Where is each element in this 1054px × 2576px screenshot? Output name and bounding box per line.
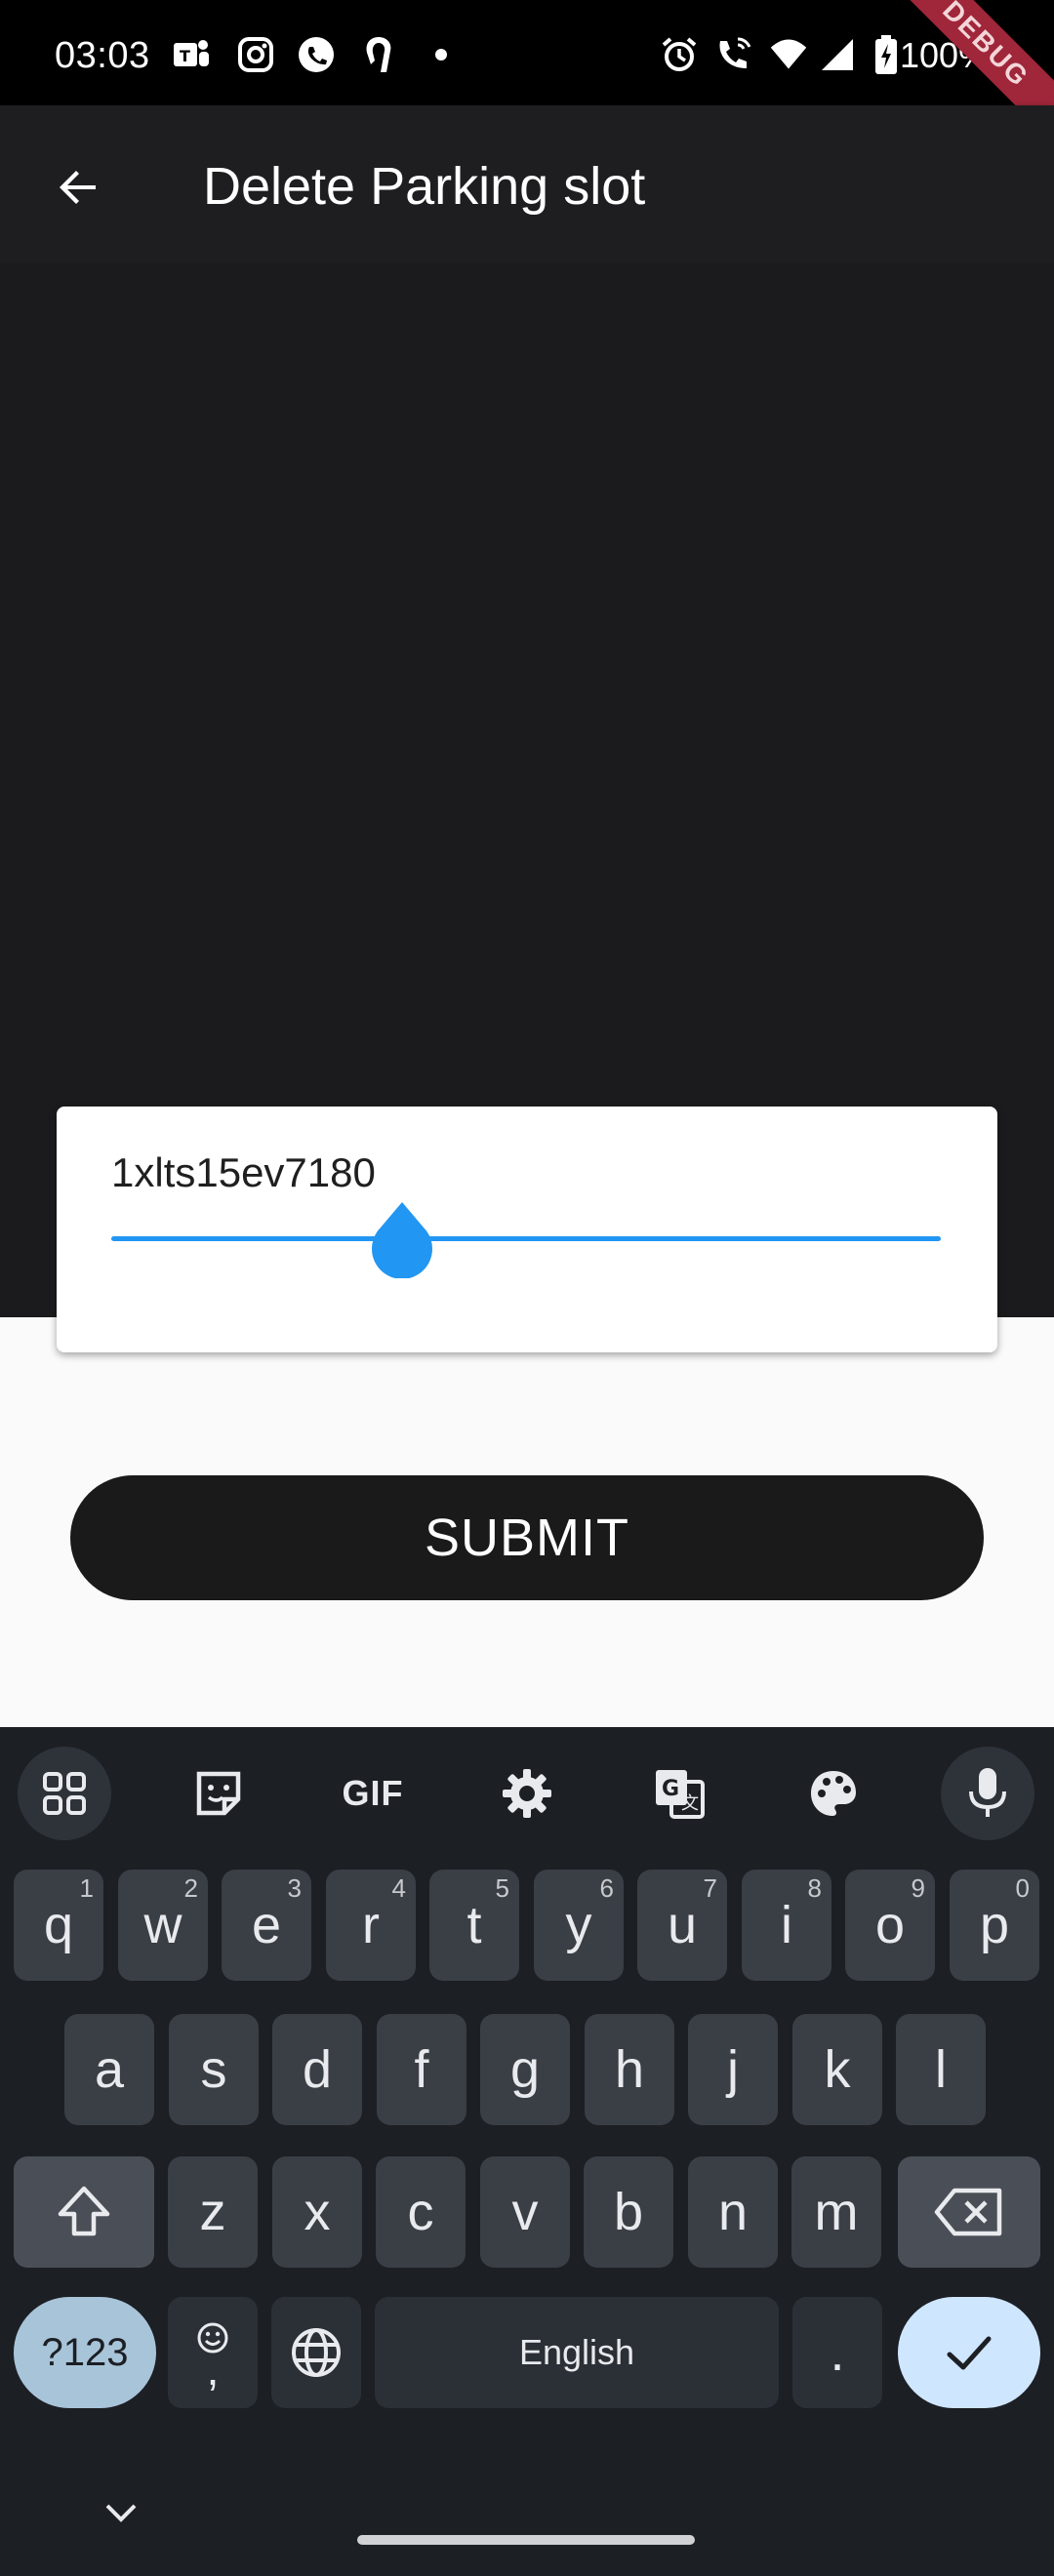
emoji-comma-key[interactable]: , [168,2297,258,2408]
palette-icon[interactable] [787,1747,880,1840]
key-l[interactable]: l [896,2014,986,2125]
key-p[interactable]: p0 [950,1870,1039,1981]
hide-keyboard-button[interactable] [98,2494,144,2533]
key-q[interactable]: q1 [14,1870,103,1981]
status-time: 03:03 [55,35,150,76]
key-o[interactable]: o9 [845,1870,935,1981]
translate-icon[interactable]: G文 [632,1747,726,1840]
shift-icon [58,2186,110,2236]
key-label: y [565,1896,592,1954]
wifi-icon [769,35,808,74]
teams-icon: T [172,35,211,74]
apps-icon[interactable] [18,1747,111,1840]
period-key[interactable]: . [792,2297,882,2408]
key-label: t [466,1896,482,1954]
key-f[interactable]: f [377,2014,466,2125]
key-label: o [874,1896,906,1954]
backspace-key[interactable] [898,2156,1040,2268]
key-hint: 7 [703,1873,717,1903]
svg-text:文: 文 [681,1793,699,1814]
key-w[interactable]: w2 [118,1870,208,1981]
key-m[interactable]: m [791,2156,881,2268]
key-hint: 4 [391,1873,406,1903]
slot-id-input[interactable]: 1xlts15ev7180 [111,1149,376,1196]
status-bar: 03:03 T 100% DEBUG [0,0,1054,150]
sticker-icon[interactable] [172,1747,265,1840]
alarm-icon [660,35,699,74]
key-hint: 3 [287,1873,302,1903]
slider-track[interactable] [111,1236,941,1241]
mic-icon[interactable] [941,1747,1034,1840]
submit-button[interactable]: SUBMIT [70,1475,984,1600]
comma-label: , [206,2344,220,2395]
key-g[interactable]: g [480,2014,570,2125]
key-j[interactable]: j [688,2014,778,2125]
key-r[interactable]: r4 [326,1870,416,1981]
key-label: q [43,1896,74,1954]
key-i[interactable]: i8 [742,1870,831,1981]
wifi-call-icon [714,35,753,74]
gif-label: GIF [342,1773,404,1813]
key-label: r [362,1896,380,1954]
svg-text:T: T [180,47,190,65]
back-button[interactable] [39,148,117,226]
key-label: p [979,1896,1010,1954]
whatsapp-icon [297,35,336,74]
gif-icon[interactable]: GIF [326,1747,420,1840]
key-u[interactable]: u7 [637,1870,727,1981]
symbols-key[interactable]: ?123 [14,2297,156,2408]
key-hint: 5 [495,1873,509,1903]
key-hint: 0 [1015,1873,1030,1903]
key-v[interactable]: v [480,2156,570,2268]
key-hint: 2 [183,1873,198,1903]
key-e[interactable]: e3 [222,1870,311,1981]
key-x[interactable]: x [272,2156,362,2268]
backspace-icon [934,2188,1002,2236]
key-hint: 1 [79,1873,94,1903]
globe-icon [292,2328,341,2377]
key-label: u [667,1896,698,1954]
key-label: w [143,1896,182,1954]
gesture-nav-handle[interactable] [357,2535,695,2545]
check-icon [947,2336,992,2370]
svg-text:G: G [662,1777,679,1801]
key-hint: 6 [599,1873,614,1903]
key-a[interactable]: a [64,2014,154,2125]
key-s[interactable]: s [169,2014,259,2125]
key-h[interactable]: h [585,2014,674,2125]
key-d[interactable]: d [272,2014,362,2125]
app-bar: Delete Parking slot [0,105,1054,263]
notification-dot-icon [422,35,461,74]
key-label: e [251,1896,282,1954]
slider-thumb[interactable] [370,1200,434,1278]
key-b[interactable]: b [584,2156,673,2268]
space-key[interactable]: English [375,2297,779,2408]
page-title: Delete Parking slot [203,157,646,216]
key-c[interactable]: c [376,2156,466,2268]
key-k[interactable]: k [792,2014,882,2125]
key-t[interactable]: t5 [429,1870,519,1981]
done-key[interactable] [898,2297,1040,2408]
key-z[interactable]: z [168,2156,258,2268]
key-n[interactable]: n [688,2156,778,2268]
arrow-back-icon [60,171,96,204]
settings-icon[interactable] [480,1747,574,1840]
cell-signal-icon [818,35,857,74]
key-hint: 8 [807,1873,822,1903]
slot-card: 1xlts15ev7180 [57,1107,997,1352]
chevron-down-icon [105,2504,137,2522]
key-hint: 9 [911,1873,925,1903]
soft-keyboard: GIF G文 q1w2e3r4t5y6u7i8o9p0 asdfghjkl zx… [0,1727,1054,2576]
shift-key[interactable] [14,2156,154,2268]
key-label: i [781,1896,792,1954]
signal-app-icon [359,35,398,74]
language-key[interactable] [271,2297,361,2408]
key-y[interactable]: y6 [534,1870,624,1981]
instagram-icon [236,35,275,74]
